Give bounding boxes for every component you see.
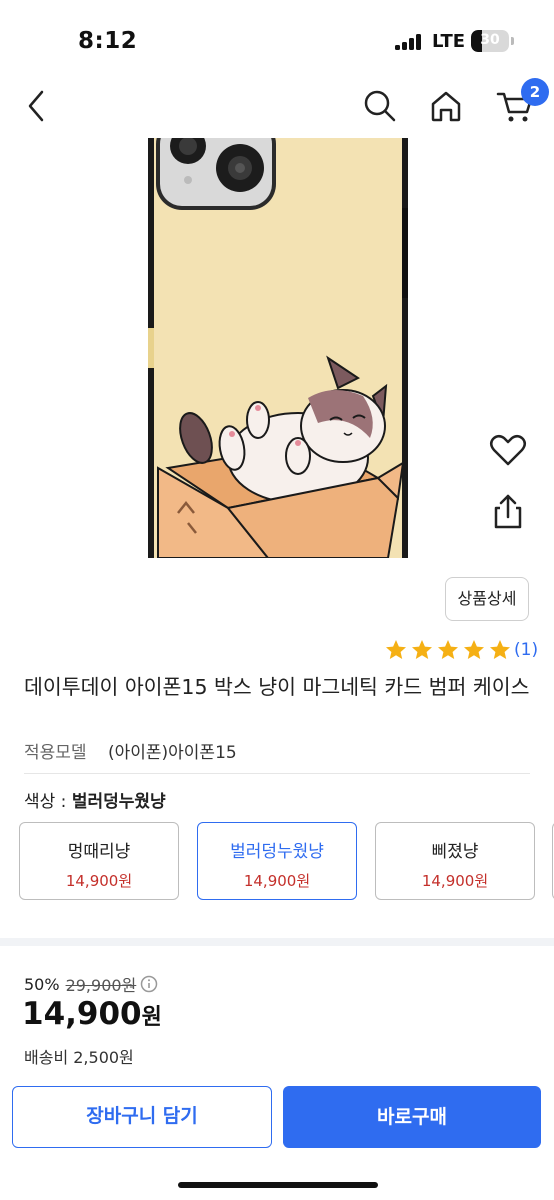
star-icon bbox=[490, 640, 510, 659]
star-icon bbox=[438, 640, 458, 659]
discount-row: 50% 29,900원 bbox=[24, 972, 158, 996]
option-card-selected[interactable]: 벌러덩누웠냥 14,900원 bbox=[197, 822, 357, 900]
rating-stars bbox=[384, 638, 512, 662]
divider bbox=[24, 773, 530, 774]
product-detail-button[interactable]: 상품상세 bbox=[445, 577, 529, 621]
model-value: (아이폰)아이폰15 bbox=[107, 743, 237, 763]
option-card[interactable]: 삐졌냥 14,900원 bbox=[375, 822, 535, 900]
model-row: 적용모델 (아이폰)아이폰15 bbox=[24, 738, 237, 763]
battery-icon: 30 bbox=[471, 30, 509, 52]
final-price-unit: 원 bbox=[141, 1005, 162, 1030]
color-value: 벌러덩누웠냥 bbox=[71, 792, 166, 812]
option-name: 멍때리냥 bbox=[67, 842, 131, 862]
option-price: 14,900원 bbox=[421, 872, 489, 890]
option-card[interactable]: 멍때리냥 14,900원 bbox=[19, 822, 179, 900]
back-icon[interactable] bbox=[20, 86, 60, 126]
final-price: 14,900원 bbox=[22, 996, 162, 1032]
star-icon bbox=[386, 640, 406, 659]
info-icon[interactable] bbox=[140, 975, 158, 993]
heart-icon[interactable] bbox=[488, 430, 528, 470]
color-row: 색상 : 벌러덩누웠냥 bbox=[24, 787, 166, 812]
option-name: 벌러덩누웠냥 bbox=[230, 842, 324, 862]
home-icon[interactable] bbox=[426, 86, 466, 126]
cart-badge: 2 bbox=[521, 78, 549, 106]
purchase-panel: 50% 29,900원 14,900원 배송비 2,500원 장바구니 담기 바… bbox=[0, 938, 554, 1200]
battery-level: 30 bbox=[480, 32, 500, 48]
signal-icon bbox=[395, 34, 423, 50]
original-price: 29,900원 bbox=[65, 976, 137, 995]
review-count-link[interactable]: (1) bbox=[514, 640, 538, 660]
network-label: LTE bbox=[432, 31, 466, 52]
home-indicator[interactable] bbox=[178, 1182, 378, 1188]
battery-tip bbox=[511, 37, 514, 45]
discount-rate: 50% bbox=[24, 974, 60, 994]
star-icon bbox=[464, 640, 484, 659]
option-price: 14,900원 bbox=[65, 872, 133, 890]
status-time: 8:12 bbox=[78, 28, 138, 54]
product-image[interactable] bbox=[148, 118, 408, 559]
share-icon[interactable] bbox=[488, 492, 528, 532]
search-icon[interactable] bbox=[360, 86, 400, 126]
model-label: 적용모델 bbox=[24, 743, 87, 763]
final-price-value: 14,900 bbox=[22, 996, 142, 1032]
option-price: 14,900원 bbox=[243, 872, 311, 890]
color-label: 색상 : bbox=[24, 792, 72, 812]
star-icon bbox=[412, 640, 432, 659]
add-to-cart-button[interactable]: 장바구니 담기 bbox=[12, 1086, 272, 1148]
shipping-fee: 배송비 2,500원 bbox=[24, 1048, 134, 1067]
option-name: 삐졌냥 bbox=[431, 842, 479, 862]
status-bar: 8:12 LTE 30 bbox=[0, 0, 554, 80]
product-title: 데이투데이 아이폰15 박스 냥이 마그네틱 카드 범퍼 케이스 bbox=[24, 675, 530, 699]
buy-now-button[interactable]: 바로구매 bbox=[283, 1086, 541, 1148]
